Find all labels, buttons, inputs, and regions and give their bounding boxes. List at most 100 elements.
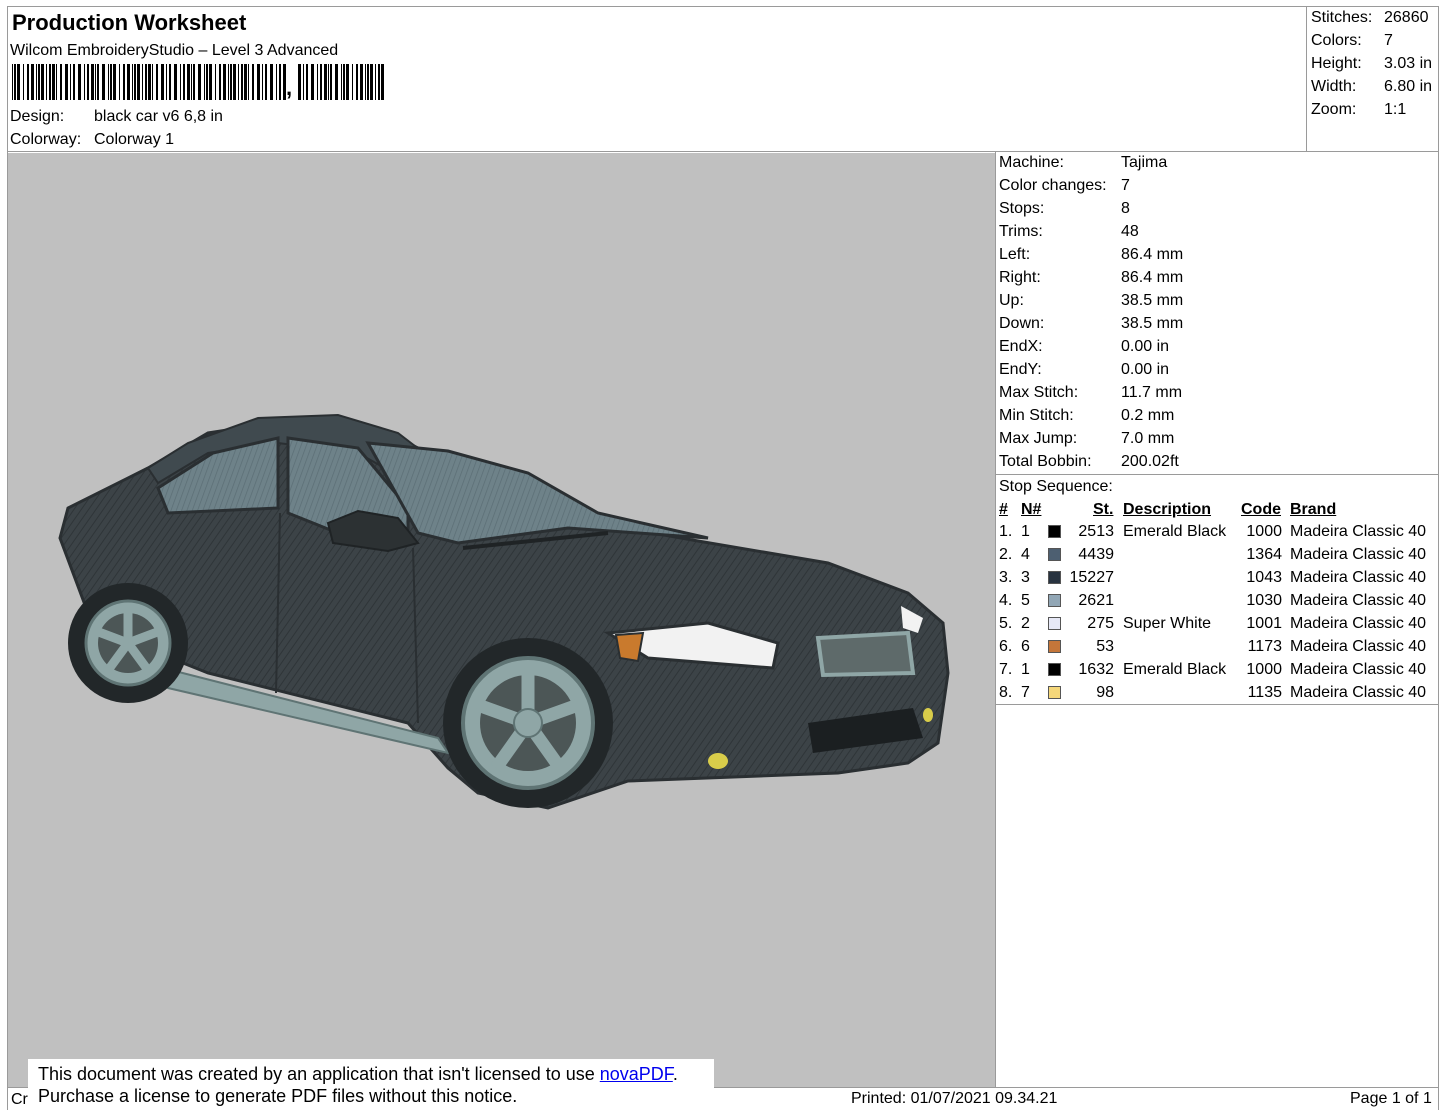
design-value: black car v6 6,8 in — [94, 108, 223, 125]
colorway-label: Colorway: — [10, 131, 82, 148]
detail-label: Max Stitch: — [999, 384, 1079, 401]
summary-label-height: Height: — [1311, 55, 1362, 72]
row-description: Emerald Black — [1123, 661, 1227, 678]
col-header-brand: Brand — [1290, 501, 1337, 518]
detail-value: 0.00 in — [1121, 361, 1170, 378]
row-index: 8. — [999, 684, 1013, 701]
detail-value: 7.0 mm — [1121, 430, 1175, 447]
barcode-image — [12, 64, 286, 100]
detail-value: 38.5 mm — [1121, 292, 1184, 309]
row-needle: 1 — [1021, 661, 1030, 678]
summary-divider — [1306, 6, 1307, 152]
sequence-divider — [995, 704, 1439, 705]
summary-value-zoom: 1:1 — [1384, 101, 1407, 118]
row-brand: Madeira Classic 40 — [1290, 592, 1427, 609]
summary-value-stitches: 26860 — [1384, 9, 1429, 26]
detail-label: Trims: — [999, 223, 1043, 240]
row-code: 1135 — [1247, 684, 1282, 701]
col-header-index: # — [999, 501, 1008, 518]
page-title: Production Worksheet — [12, 10, 247, 35]
frame-top — [7, 6, 1439, 7]
row-index: 7. — [999, 661, 1013, 678]
notice-period: . — [672, 1064, 678, 1084]
row-index: 5. — [999, 615, 1013, 632]
detail-value: 38.5 mm — [1121, 315, 1184, 332]
row-stitches: 1632 — [1078, 661, 1114, 678]
row-code: 1043 — [1246, 569, 1282, 586]
summary-label-zoom: Zoom: — [1311, 101, 1357, 118]
row-index: 3. — [999, 569, 1013, 586]
car-embroidery-image — [58, 413, 950, 810]
row-stitches: 2621 — [1078, 592, 1114, 609]
software-name: Wilcom EmbroideryStudio – Level 3 Advanc… — [10, 42, 339, 59]
row-needle: 7 — [1021, 684, 1030, 701]
footer-left-fragment: Cr — [11, 1091, 28, 1108]
license-notice: This document was created by an applicat… — [28, 1059, 714, 1111]
barcode-tail — [298, 64, 384, 100]
detail-label: Color changes: — [999, 177, 1107, 194]
col-header-code: Code — [1241, 501, 1281, 518]
detail-value: 0.00 in — [1121, 338, 1170, 355]
frame-right — [1438, 6, 1439, 1110]
row-brand: Madeira Classic 40 — [1290, 546, 1427, 563]
detail-label: Total Bobbin: — [999, 453, 1092, 470]
summary-label-colors: Colors: — [1311, 32, 1362, 49]
row-code: 1030 — [1246, 592, 1282, 609]
row-index: 1. — [999, 523, 1013, 540]
detail-value: 7 — [1121, 177, 1130, 194]
summary-label-width: Width: — [1311, 78, 1357, 95]
design-label: Design: — [10, 108, 65, 125]
summary-value-width: 6.80 in — [1384, 78, 1433, 95]
row-stitches: 2513 — [1078, 523, 1114, 540]
detail-label: EndX: — [999, 338, 1043, 355]
row-description: Emerald Black — [1123, 523, 1227, 540]
detail-label: Up: — [999, 292, 1024, 309]
detail-label: Left: — [999, 246, 1031, 263]
header-divider — [7, 151, 1439, 152]
summary-label-stitches: Stitches: — [1311, 9, 1373, 26]
detail-value: 86.4 mm — [1121, 269, 1184, 286]
detail-value: 200.02ft — [1121, 453, 1179, 470]
barcode-suffix: , — [286, 75, 293, 100]
details-divider — [995, 474, 1439, 475]
row-brand: Madeira Classic 40 — [1290, 661, 1427, 678]
row-needle: 5 — [1021, 592, 1030, 609]
col-header-description: Description — [1123, 501, 1212, 518]
row-needle: 6 — [1021, 638, 1030, 655]
detail-label: Min Stitch: — [999, 407, 1074, 424]
row-index: 4. — [999, 592, 1013, 609]
novapdf-link[interactable]: novaPDF — [600, 1064, 673, 1084]
row-brand: Madeira Classic 40 — [1290, 638, 1427, 655]
row-description: Super White — [1123, 615, 1212, 632]
row-stitches: 53 — [1096, 638, 1114, 655]
stop-sequence-title: Stop Sequence: — [999, 478, 1113, 495]
detail-value: Tajima — [1121, 154, 1168, 171]
row-needle: 1 — [1021, 523, 1030, 540]
detail-label: Max Jump: — [999, 430, 1078, 447]
row-brand: Madeira Classic 40 — [1290, 569, 1427, 586]
detail-label: Down: — [999, 315, 1045, 332]
row-needle: 2 — [1021, 615, 1030, 632]
detail-value: 86.4 mm — [1121, 246, 1184, 263]
detail-label: Stops: — [999, 200, 1045, 217]
row-brand: Madeira Classic 40 — [1290, 615, 1427, 632]
page-number: Page 1 of 1 — [1350, 1090, 1432, 1107]
detail-label: Right: — [999, 269, 1041, 286]
notice-text-1: This document was created by an applicat… — [38, 1064, 600, 1084]
colorway-value: Colorway 1 — [94, 131, 175, 148]
row-needle: 3 — [1021, 569, 1030, 586]
row-stitches: 98 — [1096, 684, 1114, 701]
row-brand: Madeira Classic 40 — [1290, 684, 1427, 701]
row-stitches: 275 — [1087, 615, 1114, 632]
detail-value: 11.7 mm — [1121, 384, 1183, 401]
detail-value: 8 — [1121, 200, 1130, 217]
panel-divider — [995, 151, 996, 1087]
row-code: 1001 — [1246, 615, 1282, 632]
row-stitches: 15227 — [1069, 569, 1115, 586]
row-code: 1364 — [1246, 546, 1282, 563]
summary-value-colors: 7 — [1384, 32, 1393, 49]
notice-line-2: Purchase a license to generate PDF files… — [38, 1086, 518, 1106]
printed-date: Printed: 01/07/2021 09.34.21 — [851, 1090, 1058, 1107]
detail-value: 48 — [1121, 223, 1139, 240]
row-needle: 4 — [1021, 546, 1030, 563]
